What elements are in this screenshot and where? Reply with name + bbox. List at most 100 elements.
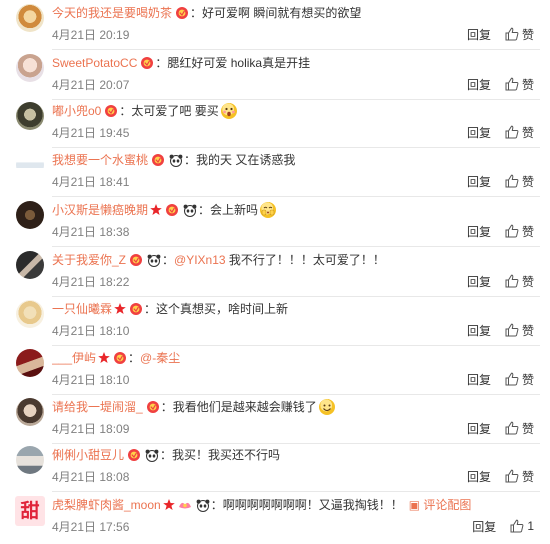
like-button[interactable]: 赞 [505, 468, 534, 485]
username-link[interactable]: 一只仙曦霖 [52, 302, 112, 316]
thumbs-up-icon [505, 469, 519, 483]
colon: ： [198, 203, 211, 217]
comment-content: 小汉斯是懒癌晚期 ：会上新吗 [52, 201, 540, 219]
like-label: 赞 [521, 174, 534, 189]
comment-text: 太可爱了吧 要买 [131, 104, 219, 118]
reply-button[interactable]: 回复 [467, 273, 491, 290]
vip-badge-icon [130, 254, 143, 266]
divider [52, 296, 540, 297]
avatar[interactable] [16, 102, 44, 130]
timestamp: 4月21日 18:09 [52, 422, 130, 436]
comment-actions: 回复 赞 [467, 370, 534, 388]
comment-text: 我看他们是越来越会赚钱了 [172, 400, 317, 414]
username-link[interactable]: 嘟小兜o0 [52, 104, 101, 118]
avatar[interactable] [16, 251, 44, 279]
username-link[interactable]: SweetPotatoCC [52, 56, 137, 70]
mention-link[interactable]: @-秦尘 [140, 351, 180, 365]
like-label: 赞 [521, 77, 534, 92]
comment-actions: 回复 赞 [467, 123, 534, 141]
reply-button[interactable]: 回复 [467, 173, 491, 190]
username-link[interactable]: 小汉斯是懒癌晚期 [52, 203, 148, 217]
timestamp: 4月21日 18:10 [52, 373, 130, 387]
timestamp: 4月21日 19:45 [52, 126, 130, 140]
surprise-emoji-icon [220, 103, 237, 119]
reply-button[interactable]: 回复 [467, 124, 491, 141]
panda-badge-icon [196, 499, 210, 512]
timestamp: 4月21日 18:10 [52, 324, 130, 338]
like-button[interactable]: 赞 [505, 273, 534, 290]
like-button[interactable]: 赞 [505, 420, 534, 437]
reply-button[interactable]: 回复 [467, 371, 491, 388]
like-label: 赞 [521, 372, 534, 387]
comment-picture-label: 评论配图 [423, 498, 472, 512]
colon: ： [162, 253, 175, 267]
panda-badge-icon [183, 204, 197, 217]
comment-text: 我买！我买还不行吗 [172, 448, 281, 462]
username-link[interactable]: 请给我一堤闹溜_ [52, 400, 143, 414]
like-button[interactable]: 1 [510, 519, 534, 533]
comment-content: 虎梨脾虾肉酱_moon ：啊啊啊啊啊啊啊！又逼我掏钱！！ ▣ 评论配图 [52, 496, 540, 514]
comment-content: 今天的我还是要喝奶茶 ：好可爱啊 瞬间就有想买的欲望 [52, 4, 540, 22]
avatar[interactable] [16, 446, 44, 474]
like-button[interactable]: 赞 [505, 173, 534, 190]
vip-badge-icon [114, 352, 127, 364]
comment-content: 请给我一堤闹溜_ ：我看他们是越来越会赚钱了 [52, 398, 540, 416]
like-button[interactable]: 赞 [505, 26, 534, 43]
username-link[interactable]: 我想要一个水蜜桃 [52, 153, 148, 167]
avatar[interactable] [16, 54, 44, 82]
star-badge-icon [162, 499, 175, 510]
username-link[interactable]: 俐俐小甜豆儿 [52, 448, 124, 462]
reply-button[interactable]: 回复 [467, 420, 491, 437]
reply-button[interactable]: 回复 [472, 518, 496, 535]
thumbs-up-icon [505, 174, 519, 188]
comment-actions: 回复 赞 [467, 75, 534, 93]
like-button[interactable]: 赞 [505, 322, 534, 339]
comment-picture-link[interactable]: ▣ 评论配图 [409, 498, 472, 512]
image-icon: ▣ [408, 498, 424, 512]
comment-item: SweetPotatoCC ：腮红好可爱 holika真是开挂 4月21日 20:0… [0, 54, 550, 98]
timestamp: 4月21日 20:19 [52, 28, 130, 42]
panda-badge-icon [145, 449, 159, 462]
comment-item: 我想要一个水蜜桃 ：我的天 又在诱惑我 4月21日 18:41 回复 赞 [0, 151, 550, 195]
thumbs-up-icon [505, 421, 519, 435]
fan-badge-icon [178, 502, 191, 509]
reply-button[interactable]: 回复 [467, 322, 491, 339]
like-button[interactable]: 赞 [505, 124, 534, 141]
like-label: 赞 [521, 27, 534, 42]
timestamp: 4月21日 18:41 [52, 175, 130, 189]
avatar[interactable] [16, 151, 44, 179]
avatar[interactable] [16, 349, 44, 377]
reply-button[interactable]: 回复 [467, 468, 491, 485]
thumbs-up-icon [505, 224, 519, 238]
reply-button[interactable]: 回复 [467, 223, 491, 240]
like-label: 赞 [521, 421, 534, 436]
comment-item: 甜虎梨脾虾肉酱_moon ：啊啊啊啊啊啊啊！又逼我掏钱！！ ▣ 评论配图 4月21日 … [0, 496, 550, 540]
comment-content: 关于我爱你_Z ：@YIXn13 我不行了！！！太可爱了！！ [52, 251, 540, 269]
thumbs-up-icon [505, 125, 519, 139]
avatar-text: 甜 [20, 500, 40, 522]
like-button[interactable]: 赞 [505, 223, 534, 240]
comment-content: 一只仙曦霖 ：这个真想买，啥时间上新 [52, 300, 540, 318]
comment-item: 嘟小兜o0 ：太可爱了吧 要买 4月21日 19:45 回复 赞 [0, 102, 550, 146]
avatar[interactable]: 甜 [15, 496, 45, 526]
username-link[interactable]: 今天的我还是要喝奶茶 [52, 6, 172, 20]
mention-link[interactable]: @YIXn13 [174, 253, 226, 267]
reply-button[interactable]: 回复 [467, 76, 491, 93]
username-link[interactable]: 关于我爱你_Z [52, 253, 126, 267]
vip-badge-icon [146, 401, 159, 413]
username-link[interactable]: ___伊屿 [52, 351, 96, 365]
avatar[interactable] [16, 201, 44, 229]
reply-button[interactable]: 回复 [467, 26, 491, 43]
like-button[interactable]: 赞 [505, 76, 534, 93]
comment-actions: 回复 赞 [467, 222, 534, 240]
comment-content: 我想要一个水蜜桃 ：我的天 又在诱惑我 [52, 151, 540, 169]
like-button[interactable]: 赞 [505, 371, 534, 388]
comment-text: 我的天 又在诱惑我 [196, 153, 296, 167]
avatar[interactable] [16, 398, 44, 426]
avatar[interactable] [16, 4, 44, 32]
avatar[interactable] [16, 300, 44, 328]
username-link[interactable]: 虎梨脾虾肉酱_moon [52, 498, 161, 512]
colon: ： [128, 351, 141, 365]
timestamp: 4月21日 20:07 [52, 78, 130, 92]
timestamp: 4月21日 18:38 [52, 225, 130, 239]
